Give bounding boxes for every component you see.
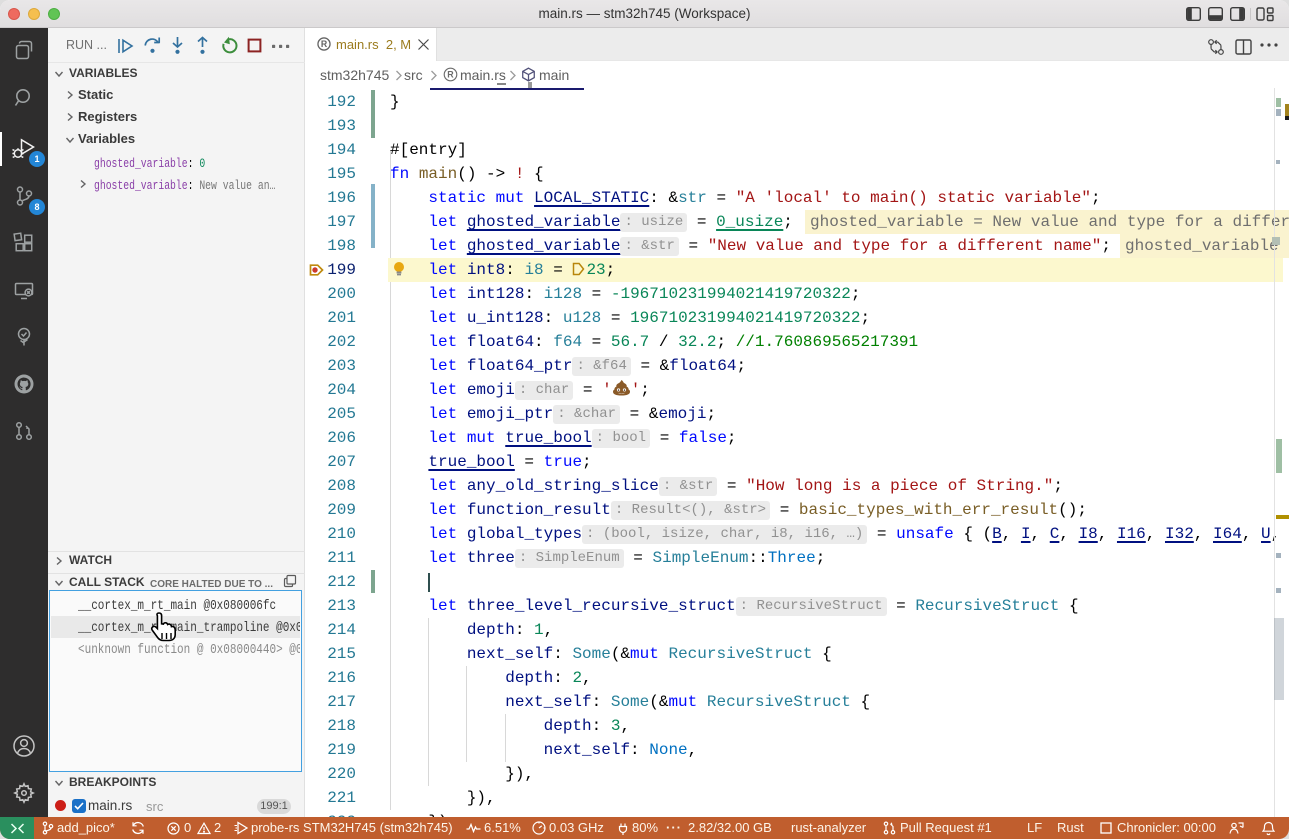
- svg-text:R: R: [321, 39, 328, 49]
- svg-text:R: R: [447, 70, 454, 80]
